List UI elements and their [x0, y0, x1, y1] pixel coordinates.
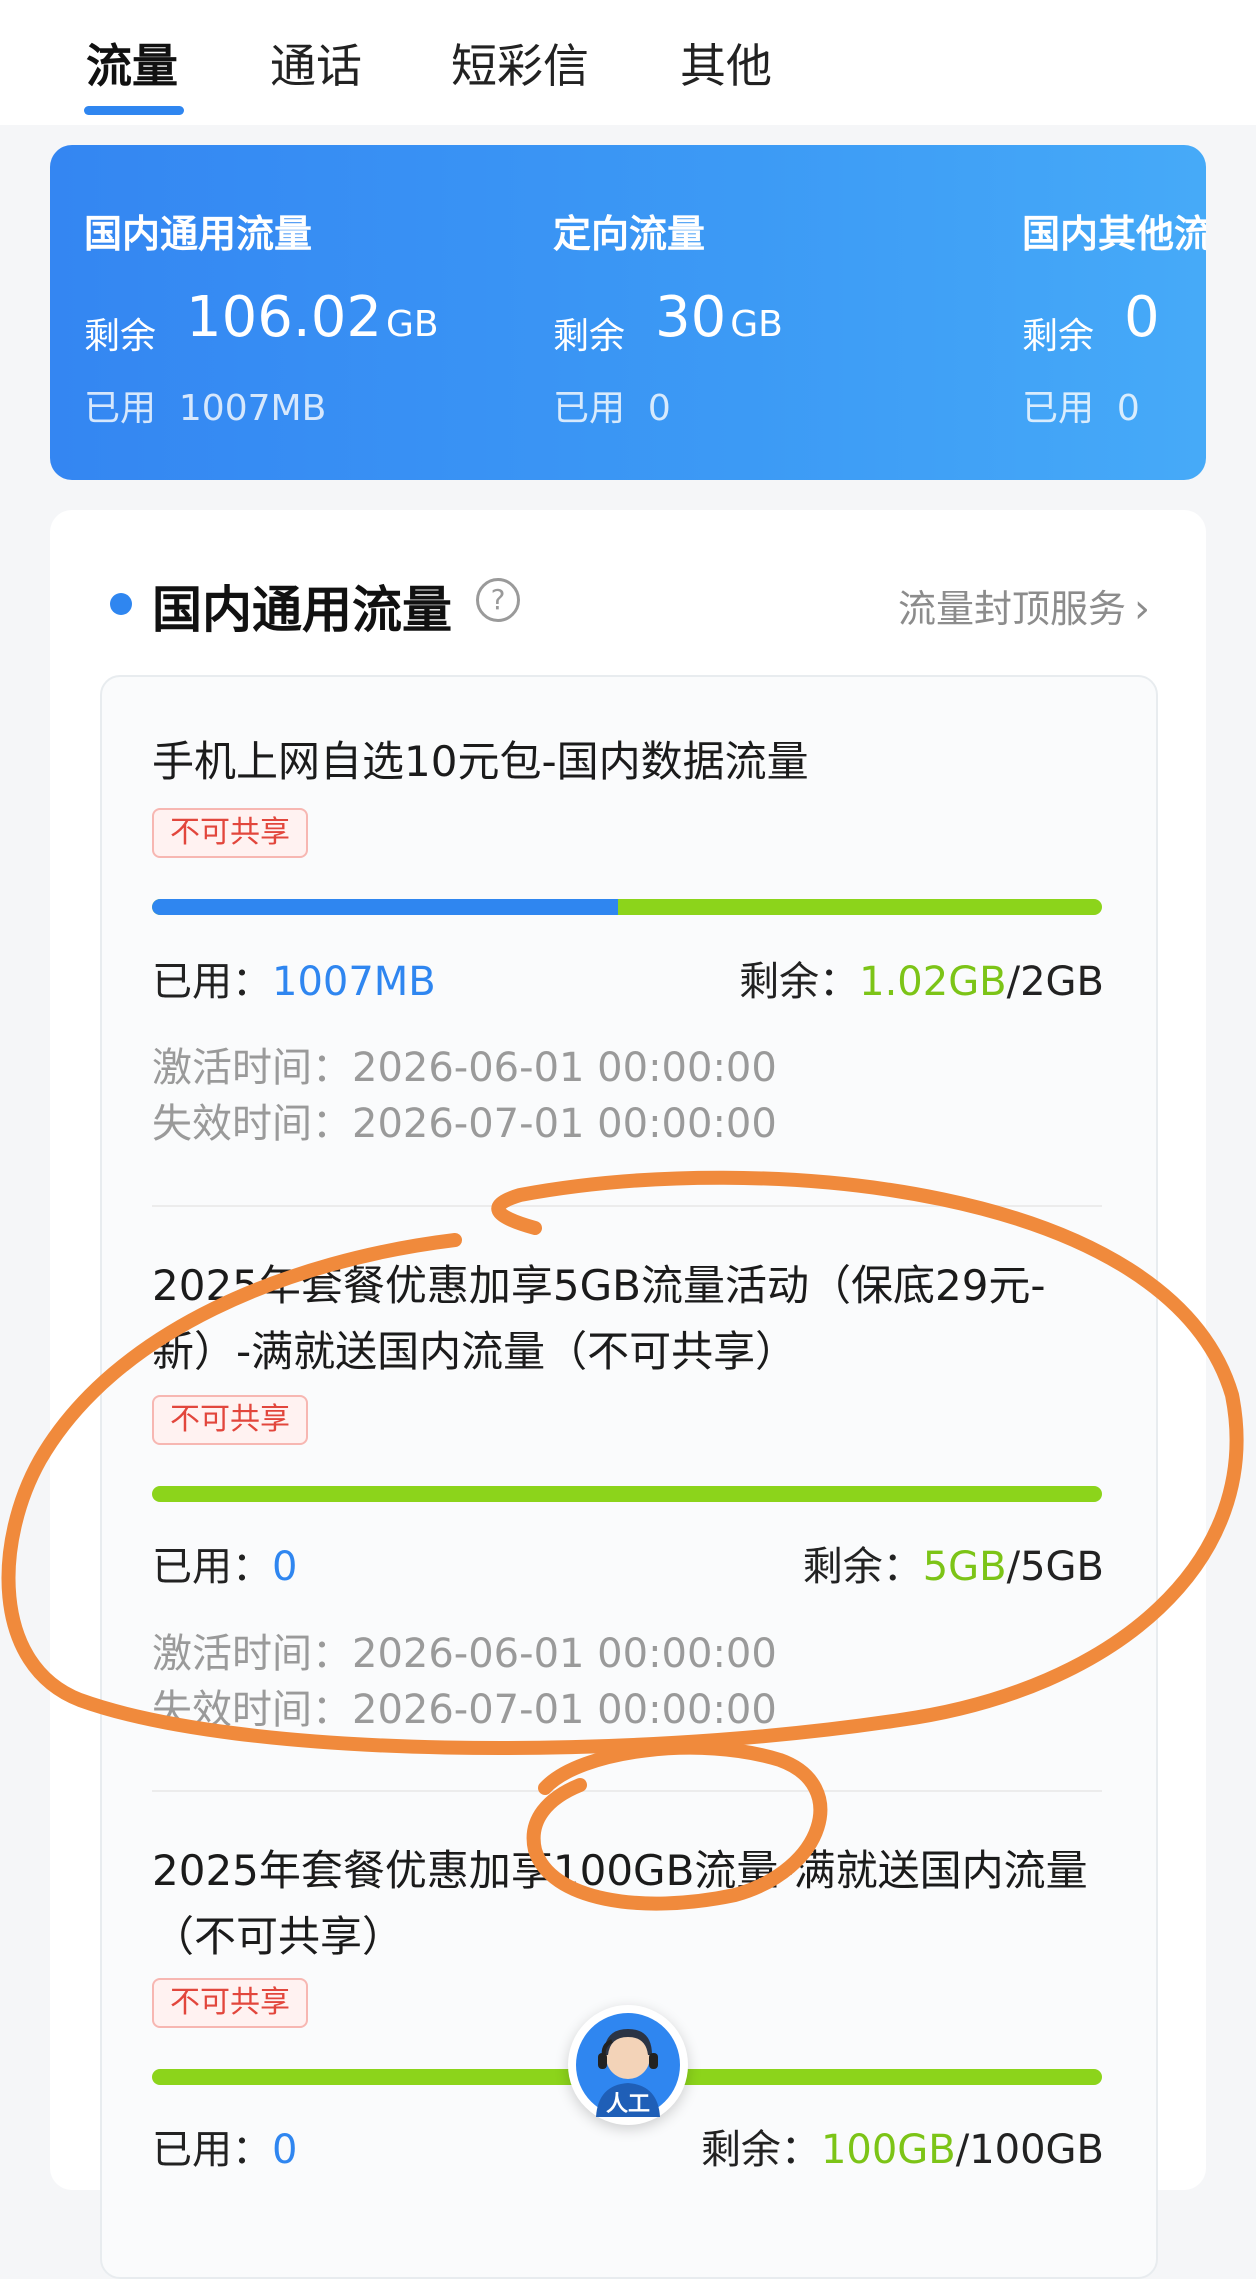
- tab-calls[interactable]: 通话: [270, 30, 362, 96]
- data-summary-card: 国内通用流量 剩余 106.02 GB 已用 1007MB 定向流量 剩余 30 G…: [50, 145, 1206, 480]
- summary-remain-label: 剩余: [1022, 316, 1095, 357]
- remaining-amount: 剩余：1.02GB/2GB: [739, 959, 1104, 1005]
- remaining-amount: 剩余：100GB/100GB: [700, 2127, 1104, 2173]
- summary-used: 已用 0: [553, 388, 671, 429]
- general-data-panel: 国内通用流量 ? 流量封顶服务 › 手机上网自选10元包-国内数据流量 不可共享 …: [50, 510, 1206, 2279]
- usage-progress-bar: [152, 1486, 1102, 1502]
- summary-remain-label: 剩余: [84, 316, 157, 357]
- summary-title: 定向流量: [553, 212, 706, 256]
- agent-button-label: 人工: [606, 2092, 650, 2117]
- summary-remain-value: 0: [1124, 285, 1160, 350]
- activation-time: 激活时间：2026-06-01 00:00:00: [152, 1045, 777, 1091]
- section-title: 国内通用流量: [152, 581, 452, 639]
- customer-service-agent-icon: 人工: [576, 2013, 680, 2117]
- usage-progress-fill: [152, 899, 618, 915]
- summary-remain-label: 剩余: [553, 316, 626, 357]
- package-title: 2025年套餐优惠加享5GB流量活动（保底29元-新）-满就送国内流量（不可共享…: [152, 1261, 1046, 1376]
- used-amount: 已用：1007MB: [152, 959, 436, 1005]
- package-title: 2025年套餐优惠加享100GB流量-满就送国内流量（不可共享）: [152, 1846, 1088, 1961]
- summary-remain-value: 106.02 GB: [186, 285, 439, 350]
- package-title: 手机上网自选10元包-国内数据流量: [152, 737, 809, 786]
- item-divider: [152, 1790, 1102, 1792]
- remaining-amount: 剩余：5GB/5GB: [802, 1544, 1104, 1590]
- not-shareable-badge: 不可共享: [152, 1395, 308, 1445]
- human-agent-button[interactable]: 人工: [568, 2005, 688, 2125]
- active-tab-indicator: [84, 106, 184, 115]
- usage-progress-bar: [152, 899, 1102, 915]
- summary-title: 国内其他流: [1022, 212, 1206, 256]
- top-tab-bar: 流量 通话 短彩信 其他: [0, 0, 1256, 125]
- expiration-time: 失效时间：2026-07-01 00:00:00: [152, 1687, 777, 1733]
- used-amount: 已用：0: [152, 1544, 298, 1590]
- not-shareable-badge: 不可共享: [152, 1978, 308, 2028]
- chevron-right-icon: ›: [1134, 586, 1150, 632]
- summary-used: 已用 0: [1022, 388, 1140, 429]
- question-circle-icon[interactable]: ?: [476, 578, 520, 622]
- tab-data[interactable]: 流量: [86, 30, 178, 96]
- item-divider: [152, 1205, 1102, 1207]
- expiration-time: 失效时间：2026-07-01 00:00:00: [152, 1101, 777, 1147]
- summary-title: 国内通用流量: [84, 212, 313, 256]
- summary-used: 已用 1007MB: [84, 388, 327, 429]
- section-bullet: [110, 593, 132, 615]
- tab-other[interactable]: 其他: [680, 30, 772, 96]
- activation-time: 激活时间：2026-06-01 00:00:00: [152, 1631, 777, 1677]
- used-amount: 已用：0: [152, 2127, 298, 2173]
- tab-sms-mms[interactable]: 短彩信: [451, 30, 589, 96]
- summary-remain-value: 30 GB: [655, 285, 783, 350]
- not-shareable-badge: 不可共享: [152, 808, 308, 858]
- data-cap-service-link[interactable]: 流量封顶服务 ›: [898, 578, 1150, 633]
